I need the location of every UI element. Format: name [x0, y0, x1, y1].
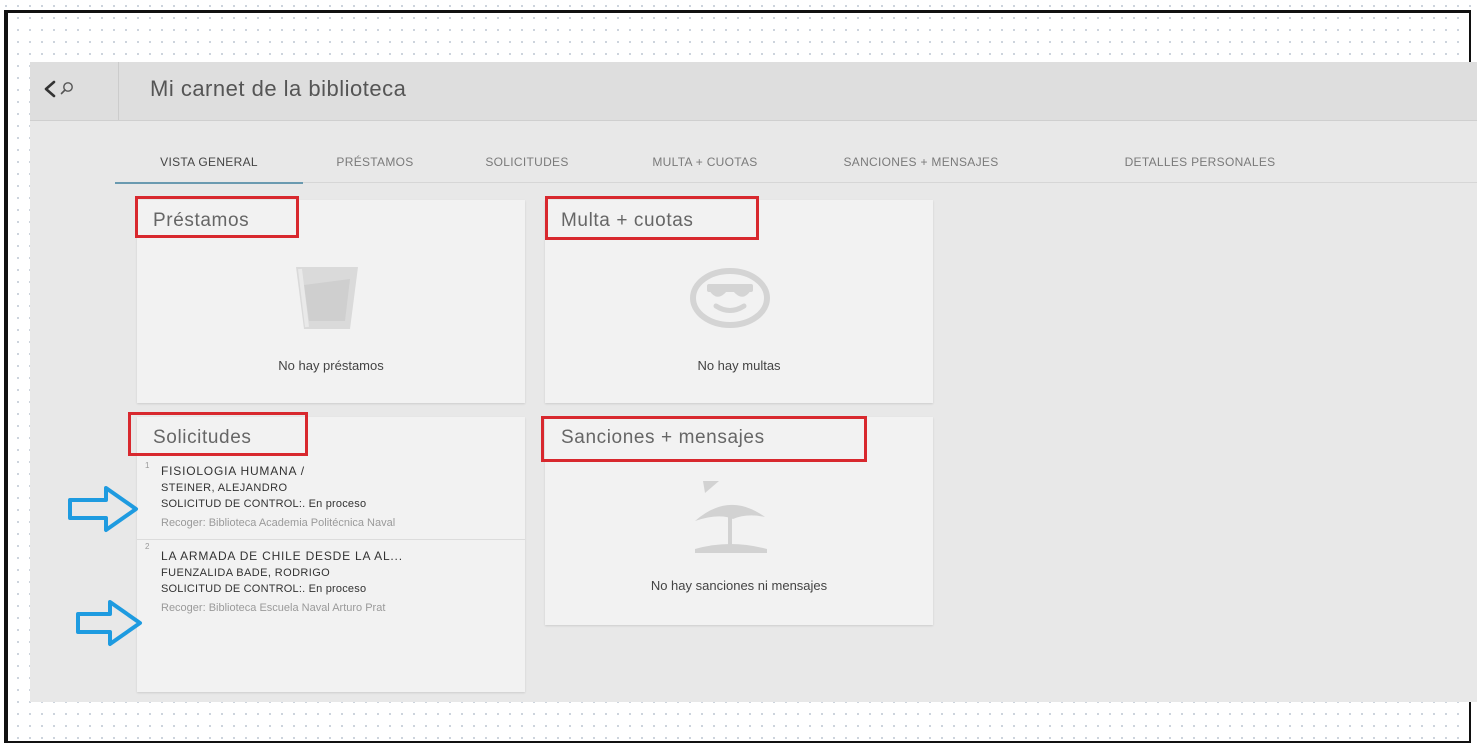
requests-list: 1 FISIOLOGIA HUMANA / STEINER, ALEJANDRO… — [137, 459, 525, 624]
cup-icon — [296, 267, 358, 329]
loans-empty-text: No hay préstamos — [278, 358, 384, 373]
page-title: Mi carnet de la biblioteca — [150, 76, 407, 101]
tab-detalles-personales[interactable]: DETALLES PERSONALES — [1075, 142, 1325, 182]
fines-empty-text: No hay multas — [697, 358, 781, 373]
request-pickup: Recoger: Biblioteca Escuela Naval Arturo… — [161, 602, 386, 614]
request-number: 2 — [145, 542, 150, 551]
request-status: SOLICITUD DE CONTROL:. En proceso — [161, 498, 367, 510]
request-title[interactable]: LA ARMADA DE CHILE DESDE LA AL... — [161, 548, 525, 565]
tab-sanciones-mensajes[interactable]: SANCIONES + MENSAJES — [811, 142, 1031, 182]
tab-prestamos[interactable]: PRÉSTAMOS — [315, 142, 435, 182]
search-icon[interactable] — [59, 79, 75, 99]
top-bar: Mi carnet de la biblioteca — [30, 62, 1477, 121]
tab-multa-cuotas[interactable]: MULTA + CUOTAS — [620, 142, 790, 182]
beach-umbrella-icon — [695, 481, 767, 553]
requests-card[interactable]: Solicitudes 1 FISIOLOGIA HUMANA / STEINE… — [137, 417, 525, 692]
request-author: FUENZALIDA BADE, RODRIGO — [161, 567, 331, 579]
arrow-right-icon — [76, 600, 142, 646]
tab-bar: VISTA GENERAL PRÉSTAMOS SOLICITUDES MULT… — [115, 142, 1477, 184]
back-search-area[interactable] — [30, 62, 119, 120]
highlight-box-multa — [545, 196, 759, 240]
arrow-right-icon — [68, 486, 138, 532]
tab-vista-general[interactable]: VISTA GENERAL — [115, 142, 303, 184]
highlight-box-sanciones — [541, 416, 867, 462]
request-status: SOLICITUD DE CONTROL:. En proceso — [161, 583, 367, 595]
smiley-sunglasses-icon — [690, 268, 770, 328]
request-item[interactable]: 1 FISIOLOGIA HUMANA / STEINER, ALEJANDRO… — [137, 459, 525, 539]
tab-solicitudes[interactable]: SOLICITUDES — [457, 142, 597, 182]
request-title[interactable]: FISIOLOGIA HUMANA / — [161, 463, 525, 480]
sanctions-empty-text: No hay sanciones ni mensajes — [650, 578, 828, 593]
library-account-app: Mi carnet de la biblioteca VISTA GENERAL… — [30, 62, 1477, 702]
back-icon[interactable] — [42, 77, 58, 101]
request-pickup: Recoger: Biblioteca Academia Politécnica… — [161, 517, 396, 529]
request-author: STEINER, ALEJANDRO — [161, 482, 288, 494]
highlight-box-prestamos — [135, 196, 299, 238]
highlight-box-solicitudes — [128, 412, 308, 456]
request-number: 1 — [145, 461, 150, 470]
request-item[interactable]: 2 LA ARMADA DE CHILE DESDE LA AL... FUEN… — [137, 539, 525, 624]
